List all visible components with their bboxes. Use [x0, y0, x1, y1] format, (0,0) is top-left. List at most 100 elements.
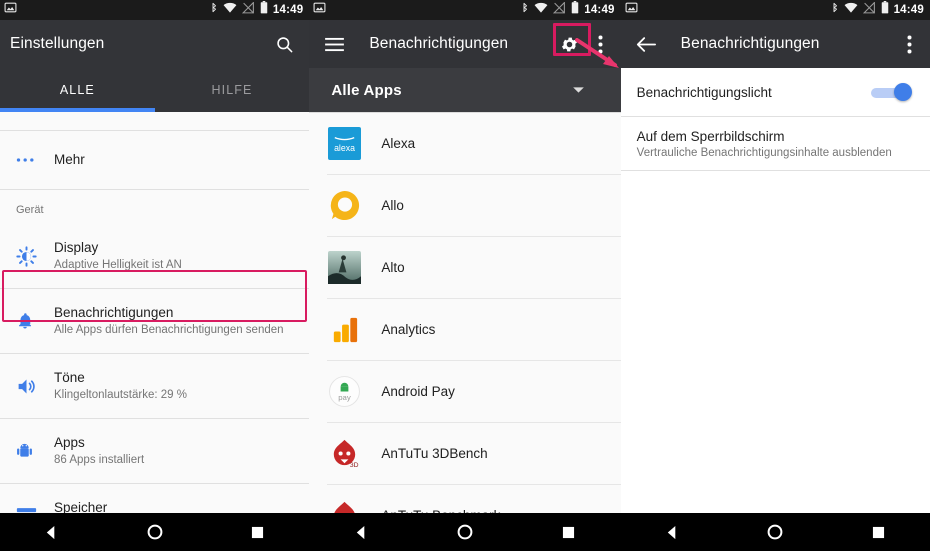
list-item-app[interactable]: Analytics	[309, 299, 620, 360]
list-item-subtitle: Adaptive Helligkeit ist AN	[54, 259, 182, 271]
status-bar-time: 14:49	[584, 4, 615, 16]
overflow-menu-icon[interactable]	[591, 29, 611, 59]
back-nav-icon[interactable]	[333, 513, 389, 551]
list-item-title: Mehr	[54, 152, 85, 167]
volume-icon	[16, 376, 54, 397]
amazon-alexa-icon: alexa	[327, 127, 361, 161]
app-name: Analytics	[381, 322, 436, 337]
row-title: Benachrichtigungslicht	[636, 84, 772, 100]
list-item-app[interactable]: Allo	[309, 175, 620, 236]
screenshot-image-icon	[4, 1, 17, 19]
status-bar-right: 14:49	[620, 0, 930, 20]
recents-nav-icon[interactable]	[230, 513, 286, 551]
android-pay-icon: pay	[327, 375, 361, 409]
list-item-title: Display	[54, 240, 99, 255]
list-item-display[interactable]: Display Adaptive Helligkeit ist AN	[0, 224, 309, 288]
notification-light-toggle[interactable]	[870, 82, 914, 102]
home-nav-icon[interactable]	[127, 513, 183, 551]
nav-bar-mid	[309, 513, 621, 551]
tab-alle[interactable]: ALLE	[0, 68, 155, 112]
wifi-icon	[534, 1, 548, 19]
home-nav-icon[interactable]	[437, 513, 493, 551]
bell-icon	[16, 311, 54, 331]
screenshot-image-icon	[625, 1, 638, 19]
battery-icon	[881, 1, 889, 19]
page-title: Benachrichtigungen	[369, 35, 509, 52]
svg-text:pay: pay	[338, 393, 351, 402]
antutu-3dbench-icon: 3D	[327, 437, 361, 471]
more-dots-icon	[16, 157, 54, 163]
list-item-apps[interactable]: Apps 86 Apps installiert	[0, 419, 309, 483]
brightness-icon	[16, 245, 54, 267]
android-icon	[16, 441, 54, 461]
right-appbar: Benachrichtigungen	[620, 20, 930, 68]
google-analytics-icon	[327, 313, 361, 347]
row-title: Auf dem Sperrbildschirm	[636, 128, 785, 144]
tab-hilfe[interactable]: HILFE	[155, 68, 310, 112]
bluetooth-icon	[208, 1, 218, 19]
battery-icon	[571, 1, 579, 19]
list-item-title: Töne	[54, 370, 85, 385]
svg-text:alexa: alexa	[334, 143, 355, 153]
hamburger-icon[interactable]	[319, 29, 349, 59]
nav-bar-right	[620, 513, 930, 551]
list-item-title: Benachrichtigungen	[54, 305, 174, 320]
status-bar-mid: 14:49	[309, 0, 621, 20]
svg-text:3D: 3D	[350, 462, 359, 469]
toggle-knob	[893, 83, 912, 101]
app-name: AnTuTu 3DBench	[381, 446, 488, 461]
battery-icon	[260, 1, 268, 19]
signal-off-icon	[553, 1, 566, 19]
partial-row-top: 0 B genutzt	[0, 112, 309, 130]
back-arrow-icon[interactable]	[631, 29, 661, 59]
status-bar-time: 14:49	[272, 4, 304, 16]
search-icon[interactable]	[269, 29, 299, 59]
page-title: Benachrichtigungen	[680, 35, 820, 52]
list-item-benachrichtigungen[interactable]: Benachrichtigungen Alle Apps dürfen Bena…	[0, 289, 309, 353]
row-sperrbildschirm[interactable]: Auf dem Sperrbildschirm Vertrauliche Ben…	[620, 117, 930, 170]
panel-notification-settings: 14:49 Benachrichtigungen Benachrichtigun…	[620, 0, 930, 551]
screenshot-image-icon	[313, 1, 326, 19]
list-item-mehr[interactable]: Mehr	[0, 131, 309, 189]
list-item-app[interactable]: 3D AnTuTu 3DBench	[309, 423, 620, 484]
left-appbar: Einstellungen	[0, 20, 310, 68]
status-bar-time: 14:49	[893, 4, 924, 16]
panel-settings: 14:49 Einstellungen ALLE HILFE Mehr Gerä…	[0, 0, 310, 551]
list-item-toene[interactable]: Töne Klingeltonlautstärke: 29 %	[0, 354, 309, 418]
home-nav-icon[interactable]	[747, 513, 803, 551]
overflow-menu-icon[interactable]	[900, 29, 920, 59]
status-bar-left: 14:49	[0, 0, 310, 20]
panel-notifications-apps: 14:49 Benachrichtigungen Alle Apps alexa…	[309, 0, 621, 551]
left-tabs: ALLE HILFE	[0, 68, 310, 112]
recents-nav-icon[interactable]	[541, 513, 597, 551]
app-filter-dropdown[interactable]: Alle Apps	[309, 68, 621, 112]
divider	[620, 170, 930, 171]
wifi-icon	[844, 1, 858, 19]
section-label-geraet: Gerät	[16, 204, 44, 216]
bluetooth-icon	[519, 1, 529, 19]
list-item-app[interactable]: Alto	[309, 237, 620, 298]
app-name: Alto	[381, 260, 405, 275]
list-item[interactable]: 0 B genutzt	[0, 112, 309, 130]
list-item-subtitle: Alle Apps dürfen Benachrichtigungen send…	[54, 324, 284, 336]
list-item-app[interactable]: pay Android Pay	[309, 361, 620, 422]
nav-bar-left	[0, 513, 310, 551]
row-subtitle: Vertrauliche Benachrichtigungsinhalte au…	[636, 146, 892, 159]
list-item-title: Apps	[54, 435, 85, 450]
signal-off-icon	[241, 1, 255, 19]
list-item-subtitle: 86 Apps installiert	[54, 454, 145, 466]
wifi-icon	[223, 1, 237, 19]
app-name: Android Pay	[381, 384, 455, 399]
signal-off-icon	[862, 1, 876, 19]
back-nav-icon[interactable]	[644, 513, 700, 551]
recents-nav-icon[interactable]	[850, 513, 906, 551]
tab-alle-label: ALLE	[59, 83, 95, 97]
app-name: Allo	[381, 198, 404, 213]
list-item-app[interactable]: alexa Alexa	[309, 113, 620, 174]
settings-list: 0 B genutzt Mehr Gerät	[0, 112, 310, 551]
app-filter-label: Alle Apps	[331, 81, 402, 99]
back-nav-icon[interactable]	[24, 513, 80, 551]
tab-hilfe-label: HILFE	[211, 83, 253, 97]
row-benachrichtigungslicht[interactable]: Benachrichtigungslicht	[620, 68, 930, 116]
app-name: Alexa	[381, 136, 416, 151]
